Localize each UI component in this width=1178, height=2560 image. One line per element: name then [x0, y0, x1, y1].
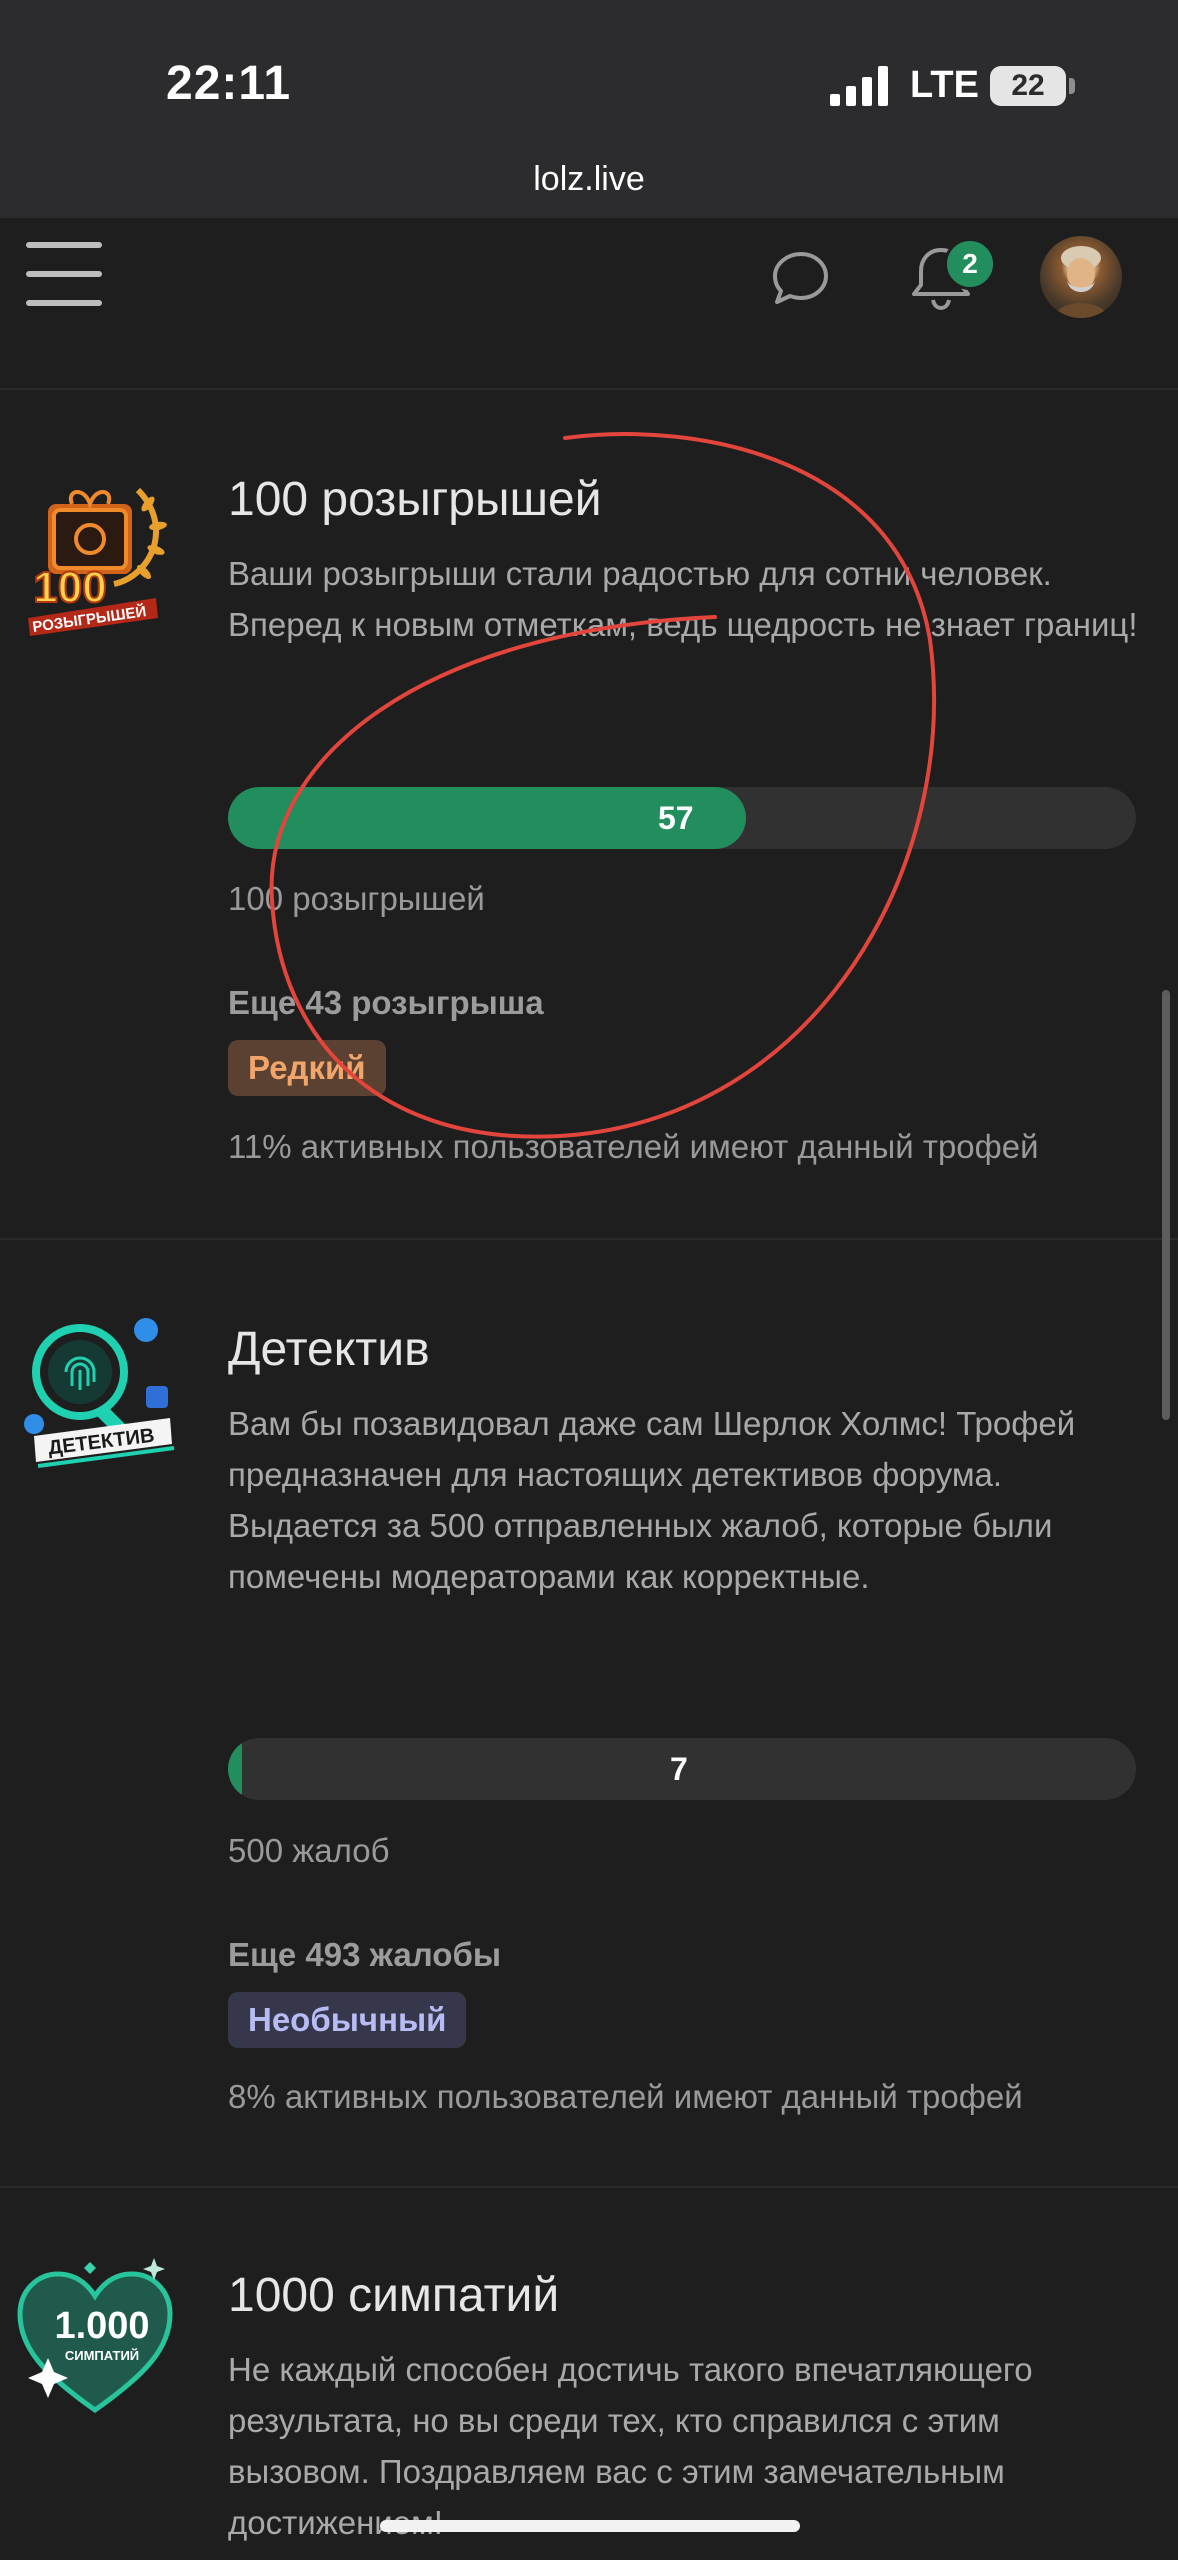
- chat-icon[interactable]: [770, 248, 832, 310]
- avatar[interactable]: [1040, 236, 1122, 318]
- battery-icon: 22: [990, 66, 1066, 106]
- trophy-card: 100 РОЗЫГРЫШЕЙ 100 розыгрышей Ваши розыг…: [0, 390, 1178, 1240]
- trophy-stat: 11% активных пользователей имеют данный …: [228, 1128, 1039, 1165]
- rarity-badge: Редкий: [228, 1040, 386, 1096]
- remaining-count: Еще 493 жалобы: [228, 1936, 502, 1973]
- icon-text: 1.000: [54, 2305, 149, 2347]
- browser-url[interactable]: lolz.live: [0, 160, 1178, 199]
- home-indicator[interactable]: [380, 2520, 800, 2532]
- trophy-stat: 8% активных пользователей имеют данный т…: [228, 2078, 1023, 2115]
- trophy-description: Не каждый способен достичь такого впечат…: [228, 2351, 1033, 2541]
- page: 22:11 LTE 22 lolz.live 2 100 РОЗЫГРЫШЕЙ …: [0, 0, 1178, 2560]
- menu-icon[interactable]: [26, 242, 102, 306]
- heart-icon: 1.000 СИМПАТИЙ: [17, 2258, 173, 2414]
- progress-fill: [228, 1738, 242, 1800]
- scrollbar[interactable]: [1162, 990, 1170, 1420]
- status-bar: 22:11 LTE 22 lolz.live: [0, 0, 1178, 218]
- notification-badge[interactable]: 2: [944, 238, 996, 290]
- trophy-description: Ваши розыгрыши стали радостью для сотни …: [228, 555, 1138, 643]
- app-header: 2: [0, 218, 1178, 390]
- remaining-count: Еще 43 розыгрыша: [228, 984, 544, 1021]
- battery-tip: [1069, 78, 1075, 94]
- signal-icon: [830, 66, 888, 106]
- status-time: 22:11: [166, 57, 292, 110]
- progress-bar: 7: [228, 1738, 1136, 1800]
- network-label: LTE: [910, 64, 979, 106]
- icon-text: 100: [33, 563, 106, 612]
- icon-subtext: СИМПАТИЙ: [65, 2348, 139, 2363]
- trophy-title: 100 розыгрышей: [228, 473, 602, 526]
- trophy-title: Детектив: [228, 1323, 430, 1376]
- trophy-card: ДЕТЕКТИВ Детектив Вам бы позавидовал даж…: [0, 1240, 1178, 2188]
- trophy-title: 1000 симпатий: [228, 2269, 560, 2322]
- rarity-badge: Необычный: [228, 1992, 467, 2048]
- progress-goal: 100 розыгрышей: [228, 880, 485, 917]
- trophy-card: 1.000 СИМПАТИЙ 1000 симпатий Не каждый с…: [0, 2188, 1178, 2560]
- gift-laurel-icon: 100 РОЗЫГРЫШЕЙ: [28, 487, 167, 636]
- magnifier-fingerprint-icon: ДЕТЕКТИВ: [24, 1318, 175, 1468]
- battery-level: 22: [1011, 69, 1045, 102]
- trophy-description: Вам бы позавидовал даже сам Шерлок Холмс…: [228, 1405, 1076, 1595]
- progress-value: 57: [658, 800, 694, 836]
- progress-bar: 57: [228, 787, 1136, 849]
- progress-goal: 500 жалоб: [228, 1832, 390, 1869]
- progress-value: 7: [670, 1751, 688, 1787]
